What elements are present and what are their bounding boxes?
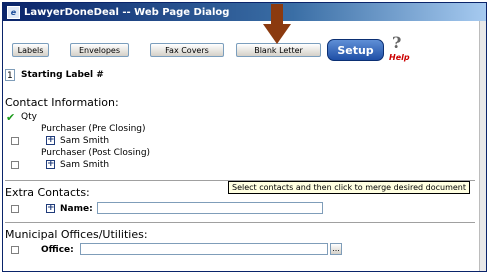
ie-icon: e (7, 5, 20, 19)
contact-info-heading: Contact Information: (5, 96, 119, 109)
down-arrow-icon (263, 4, 291, 44)
contact-name-post: Sam Smith (60, 160, 110, 170)
office-input[interactable] (80, 243, 328, 255)
starting-label-input[interactable]: 1 (5, 69, 15, 81)
divider (5, 222, 475, 223)
expand-icon[interactable]: + (46, 204, 55, 213)
help-label: Help (389, 53, 410, 62)
contact-checkbox-post[interactable] (11, 161, 19, 169)
group-title-pre-closing: Purchaser (Pre Closing) (41, 124, 146, 134)
window-title: LawyerDoneDeal -- Web Page Dialog (24, 6, 230, 18)
starting-label-text: Starting Label # (21, 70, 104, 80)
title-bar: e LawyerDoneDeal -- Web Page Dialog (3, 3, 486, 21)
group-title-post-closing: Purchaser (Post Closing) (41, 148, 151, 158)
checkmark-icon: ✔ (6, 111, 16, 124)
browse-button[interactable]: ... (330, 243, 342, 255)
extra-contact-checkbox[interactable] (11, 205, 19, 213)
setup-button[interactable]: Setup (327, 39, 384, 61)
office-checkbox[interactable] (11, 246, 19, 254)
starting-label-row: 1 Starting Label # (5, 69, 104, 81)
question-mark-icon: ? (392, 33, 402, 52)
qty-label: Qty (21, 112, 37, 122)
office-label: Office: (41, 245, 74, 255)
help-button[interactable]: ? Help (389, 33, 410, 67)
name-input[interactable] (97, 202, 323, 214)
expand-icon[interactable]: + (46, 160, 55, 169)
contact-checkbox-pre[interactable] (11, 137, 19, 145)
expand-icon[interactable]: + (46, 136, 55, 145)
name-label: Name: (60, 204, 93, 214)
extra-contacts-heading: Extra Contacts: (5, 186, 90, 199)
tooltip: Select contacts and then click to merge … (228, 181, 471, 194)
fax-covers-button[interactable]: Fax Covers (150, 43, 224, 57)
envelopes-button[interactable]: Envelopes (70, 43, 129, 57)
vertical-scrollbar[interactable] (479, 21, 486, 271)
municipal-heading: Municipal Offices/Utilities: (5, 228, 148, 241)
contact-name-pre: Sam Smith (60, 136, 110, 146)
labels-button[interactable]: Labels (12, 43, 49, 57)
